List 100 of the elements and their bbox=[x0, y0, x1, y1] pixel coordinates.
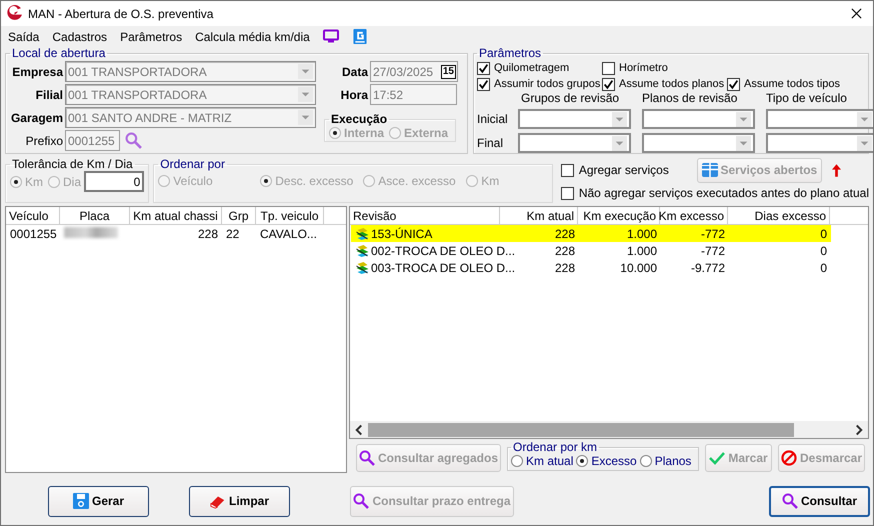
revision-icon bbox=[355, 226, 370, 240]
generate-button[interactable]: Gerar bbox=[48, 486, 149, 516]
window-title: MAN - Abertura de O.S. preventiva bbox=[28, 6, 214, 20]
radio-button[interactable] bbox=[576, 454, 588, 467]
search-icon bbox=[353, 493, 370, 509]
combo-box[interactable] bbox=[766, 133, 873, 153]
app-logo-icon[interactable] bbox=[352, 29, 368, 44]
column-header[interactable]: Grp bbox=[222, 207, 256, 225]
column-header[interactable]: Km execução bbox=[578, 207, 660, 225]
combo-box[interactable] bbox=[642, 133, 755, 153]
checkbox[interactable] bbox=[602, 62, 615, 74]
table-cell: -772 bbox=[700, 244, 725, 258]
horizontal-scrollbar[interactable] bbox=[350, 421, 868, 438]
prohibited-icon bbox=[780, 450, 797, 466]
column-header[interactable]: Revisão bbox=[350, 207, 500, 225]
column-header[interactable]: Km excesso bbox=[660, 207, 728, 225]
column-header[interactable]: Veículo bbox=[6, 207, 60, 225]
close-icon[interactable] bbox=[851, 8, 862, 19]
radio-label: Excesso bbox=[591, 454, 637, 468]
radio-button[interactable] bbox=[511, 454, 523, 467]
scroll-right-icon[interactable] bbox=[853, 424, 865, 436]
checkbox-label: Assume todos tipos bbox=[744, 78, 840, 90]
search-icon[interactable] bbox=[125, 132, 142, 149]
blurred-text bbox=[64, 226, 118, 238]
menu-item[interactable]: Parâmetros bbox=[120, 30, 182, 44]
group-title: Ordenar por bbox=[159, 158, 226, 171]
menu-item[interactable]: Cadastros bbox=[52, 30, 108, 44]
column-header[interactable]: Km atual chassi bbox=[130, 207, 222, 225]
radio-label: Veículo bbox=[173, 174, 213, 188]
checkbox[interactable] bbox=[560, 164, 574, 176]
table-cell: 153-ÚNICA bbox=[371, 226, 432, 240]
radio-label: Planos bbox=[654, 454, 692, 468]
grid-icon bbox=[702, 162, 718, 178]
column-label: Planos de revisão bbox=[642, 92, 738, 105]
table-cell: 1.000 bbox=[626, 226, 657, 240]
checkbox[interactable] bbox=[560, 186, 574, 200]
table-cell-text: 228 bbox=[196, 226, 219, 240]
combo-box[interactable] bbox=[642, 109, 755, 129]
combo-box[interactable] bbox=[766, 109, 873, 129]
group-title: Local de abertura bbox=[11, 47, 106, 60]
menu-item[interactable]: Calcula média km/dia bbox=[195, 30, 310, 44]
clear-button[interactable]: Limpar bbox=[189, 486, 290, 516]
checkbox[interactable] bbox=[727, 78, 740, 90]
table-cell: 228 bbox=[554, 260, 575, 274]
revision-icon bbox=[355, 244, 370, 258]
column-header[interactable]: Dias excesso bbox=[728, 207, 830, 225]
table-cell-text: CAVALO... bbox=[259, 226, 318, 240]
consult-button[interactable]: Consultar bbox=[769, 486, 870, 516]
table-cell: 228 bbox=[554, 244, 575, 258]
column-header[interactable]: Placa bbox=[60, 207, 130, 225]
table-cell: 10.000 bbox=[620, 260, 657, 274]
group-title: Tolerância de Km / Dia bbox=[11, 158, 134, 171]
column-header[interactable]: Tp. veiculo bbox=[256, 207, 324, 225]
table-cell: 002-TROCA DE OLEO D... bbox=[371, 244, 516, 258]
checkbox[interactable] bbox=[602, 78, 615, 90]
table-cell: -772 bbox=[700, 226, 725, 240]
combo-box[interactable] bbox=[518, 109, 631, 129]
revision-icon bbox=[355, 260, 370, 274]
table-cell: 0 bbox=[820, 226, 827, 240]
radio-label: Desc. excesso bbox=[275, 174, 354, 188]
radio-label: Km bbox=[481, 174, 500, 188]
checkbox[interactable] bbox=[477, 78, 490, 90]
table-row[interactable]: 153-ÚNICA 228 1.000 -772 0 bbox=[351, 225, 831, 242]
scroll-left-icon[interactable] bbox=[353, 424, 365, 436]
app-logo-icon bbox=[6, 5, 23, 22]
group-title: Ordenar por km bbox=[512, 440, 598, 454]
field-label: Hora bbox=[340, 88, 368, 102]
table-cell: 003-TROCA DE OLEO D... bbox=[371, 260, 516, 274]
table-cell: 228 bbox=[554, 226, 575, 240]
radio-label: Km bbox=[25, 174, 43, 188]
table-cell: 1.000 bbox=[626, 244, 657, 258]
checkbox-label: Assumir todos grupos bbox=[494, 78, 600, 90]
radio-button[interactable] bbox=[640, 454, 652, 467]
table-cell-text: 22 bbox=[225, 226, 240, 240]
table-row[interactable]: 003-TROCA DE OLEO D... 228 10.000 -9.772 0 bbox=[351, 259, 831, 276]
field-label: Final bbox=[477, 136, 504, 150]
column-label: Tipo de veículo bbox=[766, 92, 848, 105]
search-icon bbox=[358, 450, 375, 466]
radio-label: Dia bbox=[63, 174, 82, 188]
up-arrow-icon bbox=[832, 164, 841, 176]
field-label: Data bbox=[340, 64, 368, 78]
checkbox[interactable] bbox=[477, 62, 490, 74]
checkbox-label: Agregar serviços bbox=[578, 163, 669, 177]
column-header[interactable]: Km atual bbox=[500, 207, 578, 225]
monitor-icon[interactable] bbox=[322, 29, 339, 44]
column-label: Grupos de revisão bbox=[521, 92, 620, 105]
group-title: Parâmetros bbox=[478, 47, 542, 60]
table-cell: 0 bbox=[820, 260, 827, 274]
checkmark-icon bbox=[709, 450, 726, 466]
table-row[interactable]: 002-TROCA DE OLEO D... 228 1.000 -772 0 bbox=[351, 242, 831, 259]
field-label: Filial bbox=[34, 88, 63, 102]
radio-label: Asce. excesso bbox=[378, 174, 456, 188]
radio-label: Externa bbox=[404, 126, 448, 140]
scrollbar-thumb[interactable] bbox=[368, 422, 794, 437]
table-cell: 0 bbox=[820, 244, 827, 258]
combo-box[interactable] bbox=[518, 133, 631, 153]
checkbox-label: Horímetro bbox=[619, 62, 668, 74]
search-icon bbox=[782, 493, 798, 509]
checkbox-label: Quilometragem bbox=[494, 62, 570, 74]
menu-item[interactable]: Saída bbox=[8, 30, 40, 44]
